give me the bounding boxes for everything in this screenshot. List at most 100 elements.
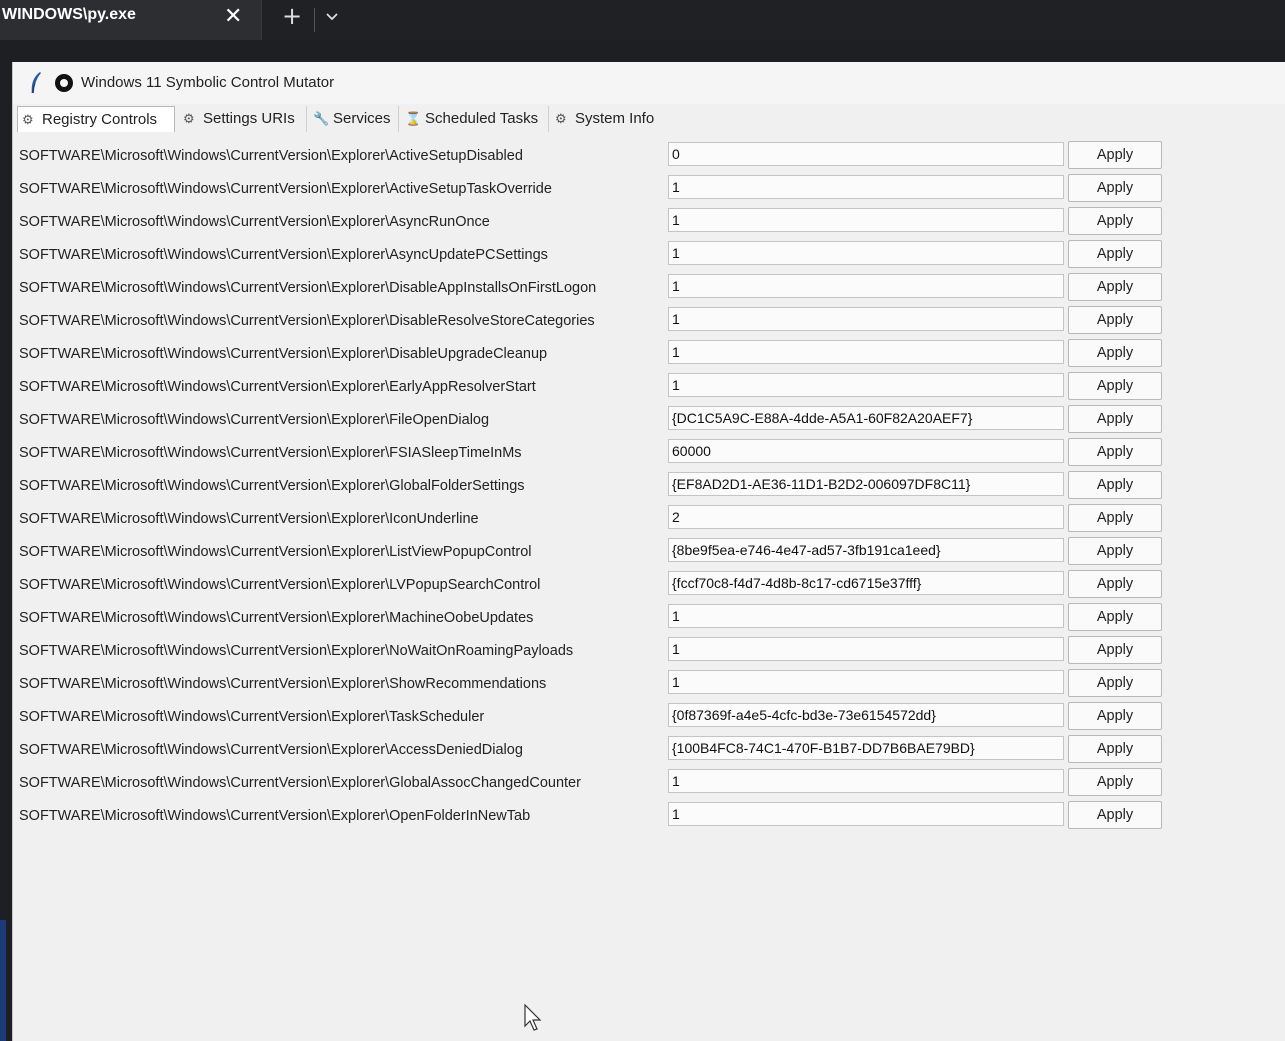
registry-row: SOFTWARE\Microsoft\Windows\CurrentVersio… bbox=[13, 471, 1213, 505]
registry-value-input[interactable] bbox=[668, 373, 1064, 397]
apply-button[interactable]: Apply bbox=[1068, 669, 1162, 697]
feather-icon bbox=[29, 71, 43, 95]
registry-key-label: SOFTWARE\Microsoft\Windows\CurrentVersio… bbox=[19, 775, 581, 791]
registry-value-input[interactable] bbox=[668, 802, 1064, 826]
registry-key-label: SOFTWARE\Microsoft\Windows\CurrentVersio… bbox=[19, 313, 595, 329]
registry-key-label: SOFTWARE\Microsoft\Windows\CurrentVersio… bbox=[19, 544, 532, 560]
registry-key-label: SOFTWARE\Microsoft\Windows\CurrentVersio… bbox=[19, 511, 479, 527]
apply-button[interactable]: Apply bbox=[1068, 504, 1162, 532]
registry-value-input[interactable] bbox=[668, 175, 1064, 199]
registry-row: SOFTWARE\Microsoft\Windows\CurrentVersio… bbox=[13, 636, 1213, 670]
tab-label: Scheduled Tasks bbox=[425, 110, 539, 127]
apply-button[interactable]: Apply bbox=[1068, 735, 1162, 763]
apply-button[interactable]: Apply bbox=[1068, 174, 1162, 202]
tab-label: Services bbox=[333, 110, 391, 127]
registry-value-input[interactable] bbox=[668, 439, 1064, 463]
apply-button[interactable]: Apply bbox=[1068, 240, 1162, 268]
registry-row: SOFTWARE\Microsoft\Windows\CurrentVersio… bbox=[13, 537, 1213, 571]
apply-button[interactable]: Apply bbox=[1068, 306, 1162, 334]
tab-services[interactable]: 🔧 Services bbox=[309, 106, 399, 132]
apply-button[interactable]: Apply bbox=[1068, 405, 1162, 433]
background-edge bbox=[0, 920, 6, 1041]
registry-row: SOFTWARE\Microsoft\Windows\CurrentVersio… bbox=[13, 735, 1213, 769]
registry-row: SOFTWARE\Microsoft\Windows\CurrentVersio… bbox=[13, 240, 1213, 274]
tab-label: System Info bbox=[575, 110, 655, 127]
app-title: Windows 11 Symbolic Control Mutator bbox=[81, 74, 335, 91]
apply-button[interactable]: Apply bbox=[1068, 273, 1162, 301]
registry-value-input[interactable] bbox=[668, 472, 1064, 496]
registry-value-input[interactable] bbox=[668, 274, 1064, 298]
registry-row: SOFTWARE\Microsoft\Windows\CurrentVersio… bbox=[13, 570, 1213, 604]
registry-key-label: SOFTWARE\Microsoft\Windows\CurrentVersio… bbox=[19, 181, 552, 197]
registry-value-input[interactable] bbox=[668, 769, 1064, 793]
registry-value-input[interactable] bbox=[668, 307, 1064, 331]
apply-button[interactable]: Apply bbox=[1068, 768, 1162, 796]
hourglass-icon: ⌛ bbox=[405, 111, 422, 126]
registry-row: SOFTWARE\Microsoft\Windows\CurrentVersio… bbox=[13, 273, 1213, 307]
registry-row: SOFTWARE\Microsoft\Windows\CurrentVersio… bbox=[13, 141, 1213, 175]
registry-value-input[interactable] bbox=[668, 538, 1064, 562]
apply-button[interactable]: Apply bbox=[1068, 702, 1162, 730]
registry-key-label: SOFTWARE\Microsoft\Windows\CurrentVersio… bbox=[19, 709, 485, 725]
registry-key-label: SOFTWARE\Microsoft\Windows\CurrentVersio… bbox=[19, 676, 547, 692]
registry-key-label: SOFTWARE\Microsoft\Windows\CurrentVersio… bbox=[19, 478, 525, 494]
apply-button[interactable]: Apply bbox=[1068, 141, 1162, 169]
wrench-icon: 🔧 bbox=[313, 111, 330, 126]
registry-row: SOFTWARE\Microsoft\Windows\CurrentVersio… bbox=[13, 438, 1213, 472]
apply-button[interactable]: Apply bbox=[1068, 207, 1162, 235]
registry-key-label: SOFTWARE\Microsoft\Windows\CurrentVersio… bbox=[19, 280, 597, 296]
apply-button[interactable]: Apply bbox=[1068, 570, 1162, 598]
registry-row: SOFTWARE\Microsoft\Windows\CurrentVersio… bbox=[13, 405, 1213, 439]
mouse-cursor-icon bbox=[524, 1003, 542, 1032]
registry-value-input[interactable] bbox=[668, 571, 1064, 595]
registry-key-label: SOFTWARE\Microsoft\Windows\CurrentVersio… bbox=[19, 379, 536, 395]
registry-row: SOFTWARE\Microsoft\Windows\CurrentVersio… bbox=[13, 669, 1213, 703]
chevron-down-icon[interactable] bbox=[322, 6, 342, 26]
registry-value-input[interactable] bbox=[668, 637, 1064, 661]
apply-button[interactable]: Apply bbox=[1068, 438, 1162, 466]
registry-value-input[interactable] bbox=[668, 670, 1064, 694]
apply-button[interactable]: Apply bbox=[1068, 801, 1162, 829]
registry-key-label: SOFTWARE\Microsoft\Windows\CurrentVersio… bbox=[19, 643, 574, 659]
apply-button[interactable]: Apply bbox=[1068, 372, 1162, 400]
tab-settings-uris[interactable]: ⚙ Settings URIs bbox=[179, 106, 307, 132]
registry-value-input[interactable] bbox=[668, 406, 1064, 430]
registry-value-input[interactable] bbox=[668, 208, 1064, 232]
tab-registry-controls[interactable]: ⚙ Registry Controls bbox=[17, 106, 175, 132]
apply-button[interactable]: Apply bbox=[1068, 603, 1162, 631]
registry-value-input[interactable] bbox=[668, 340, 1064, 364]
tab-system-info[interactable]: ⚙ System Info bbox=[551, 106, 663, 132]
terminal-tab[interactable]: WINDOWS\py.exe ✕ bbox=[0, 0, 262, 40]
registry-row: SOFTWARE\Microsoft\Windows\CurrentVersio… bbox=[13, 603, 1213, 637]
app-titlebar: Windows 11 Symbolic Control Mutator bbox=[13, 62, 1285, 104]
apply-button[interactable]: Apply bbox=[1068, 339, 1162, 367]
registry-row: SOFTWARE\Microsoft\Windows\CurrentVersio… bbox=[13, 768, 1213, 802]
registry-key-label: SOFTWARE\Microsoft\Windows\CurrentVersio… bbox=[19, 148, 523, 164]
registry-row: SOFTWARE\Microsoft\Windows\CurrentVersio… bbox=[13, 801, 1213, 835]
registry-value-input[interactable] bbox=[668, 505, 1064, 529]
app-logo-icon bbox=[55, 74, 73, 92]
close-icon[interactable]: ✕ bbox=[224, 4, 242, 29]
tab-scheduled-tasks[interactable]: ⌛ Scheduled Tasks bbox=[401, 106, 549, 132]
registry-row: SOFTWARE\Microsoft\Windows\CurrentVersio… bbox=[13, 372, 1213, 406]
registry-key-label: SOFTWARE\Microsoft\Windows\CurrentVersio… bbox=[19, 247, 548, 263]
registry-value-input[interactable] bbox=[668, 604, 1064, 628]
registry-row: SOFTWARE\Microsoft\Windows\CurrentVersio… bbox=[13, 339, 1213, 373]
info-icon: ⚙ bbox=[555, 111, 567, 126]
registry-value-input[interactable] bbox=[668, 241, 1064, 265]
registry-value-input[interactable] bbox=[668, 703, 1064, 727]
registry-row: SOFTWARE\Microsoft\Windows\CurrentVersio… bbox=[13, 306, 1213, 340]
apply-button[interactable]: Apply bbox=[1068, 636, 1162, 664]
apply-button[interactable]: Apply bbox=[1068, 471, 1162, 499]
terminal-tab-bar: WINDOWS\py.exe ✕ + bbox=[0, 0, 1285, 40]
new-tab-icon[interactable]: + bbox=[282, 2, 302, 30]
registry-row: SOFTWARE\Microsoft\Windows\CurrentVersio… bbox=[13, 504, 1213, 538]
registry-row: SOFTWARE\Microsoft\Windows\CurrentVersio… bbox=[13, 174, 1213, 208]
registry-value-input[interactable] bbox=[668, 736, 1064, 760]
registry-key-label: SOFTWARE\Microsoft\Windows\CurrentVersio… bbox=[19, 346, 548, 362]
apply-button[interactable]: Apply bbox=[1068, 537, 1162, 565]
registry-row: SOFTWARE\Microsoft\Windows\CurrentVersio… bbox=[13, 207, 1213, 241]
registry-key-label: SOFTWARE\Microsoft\Windows\CurrentVersio… bbox=[19, 214, 490, 230]
tab-label: Registry Controls bbox=[42, 111, 158, 128]
registry-value-input[interactable] bbox=[668, 142, 1064, 166]
